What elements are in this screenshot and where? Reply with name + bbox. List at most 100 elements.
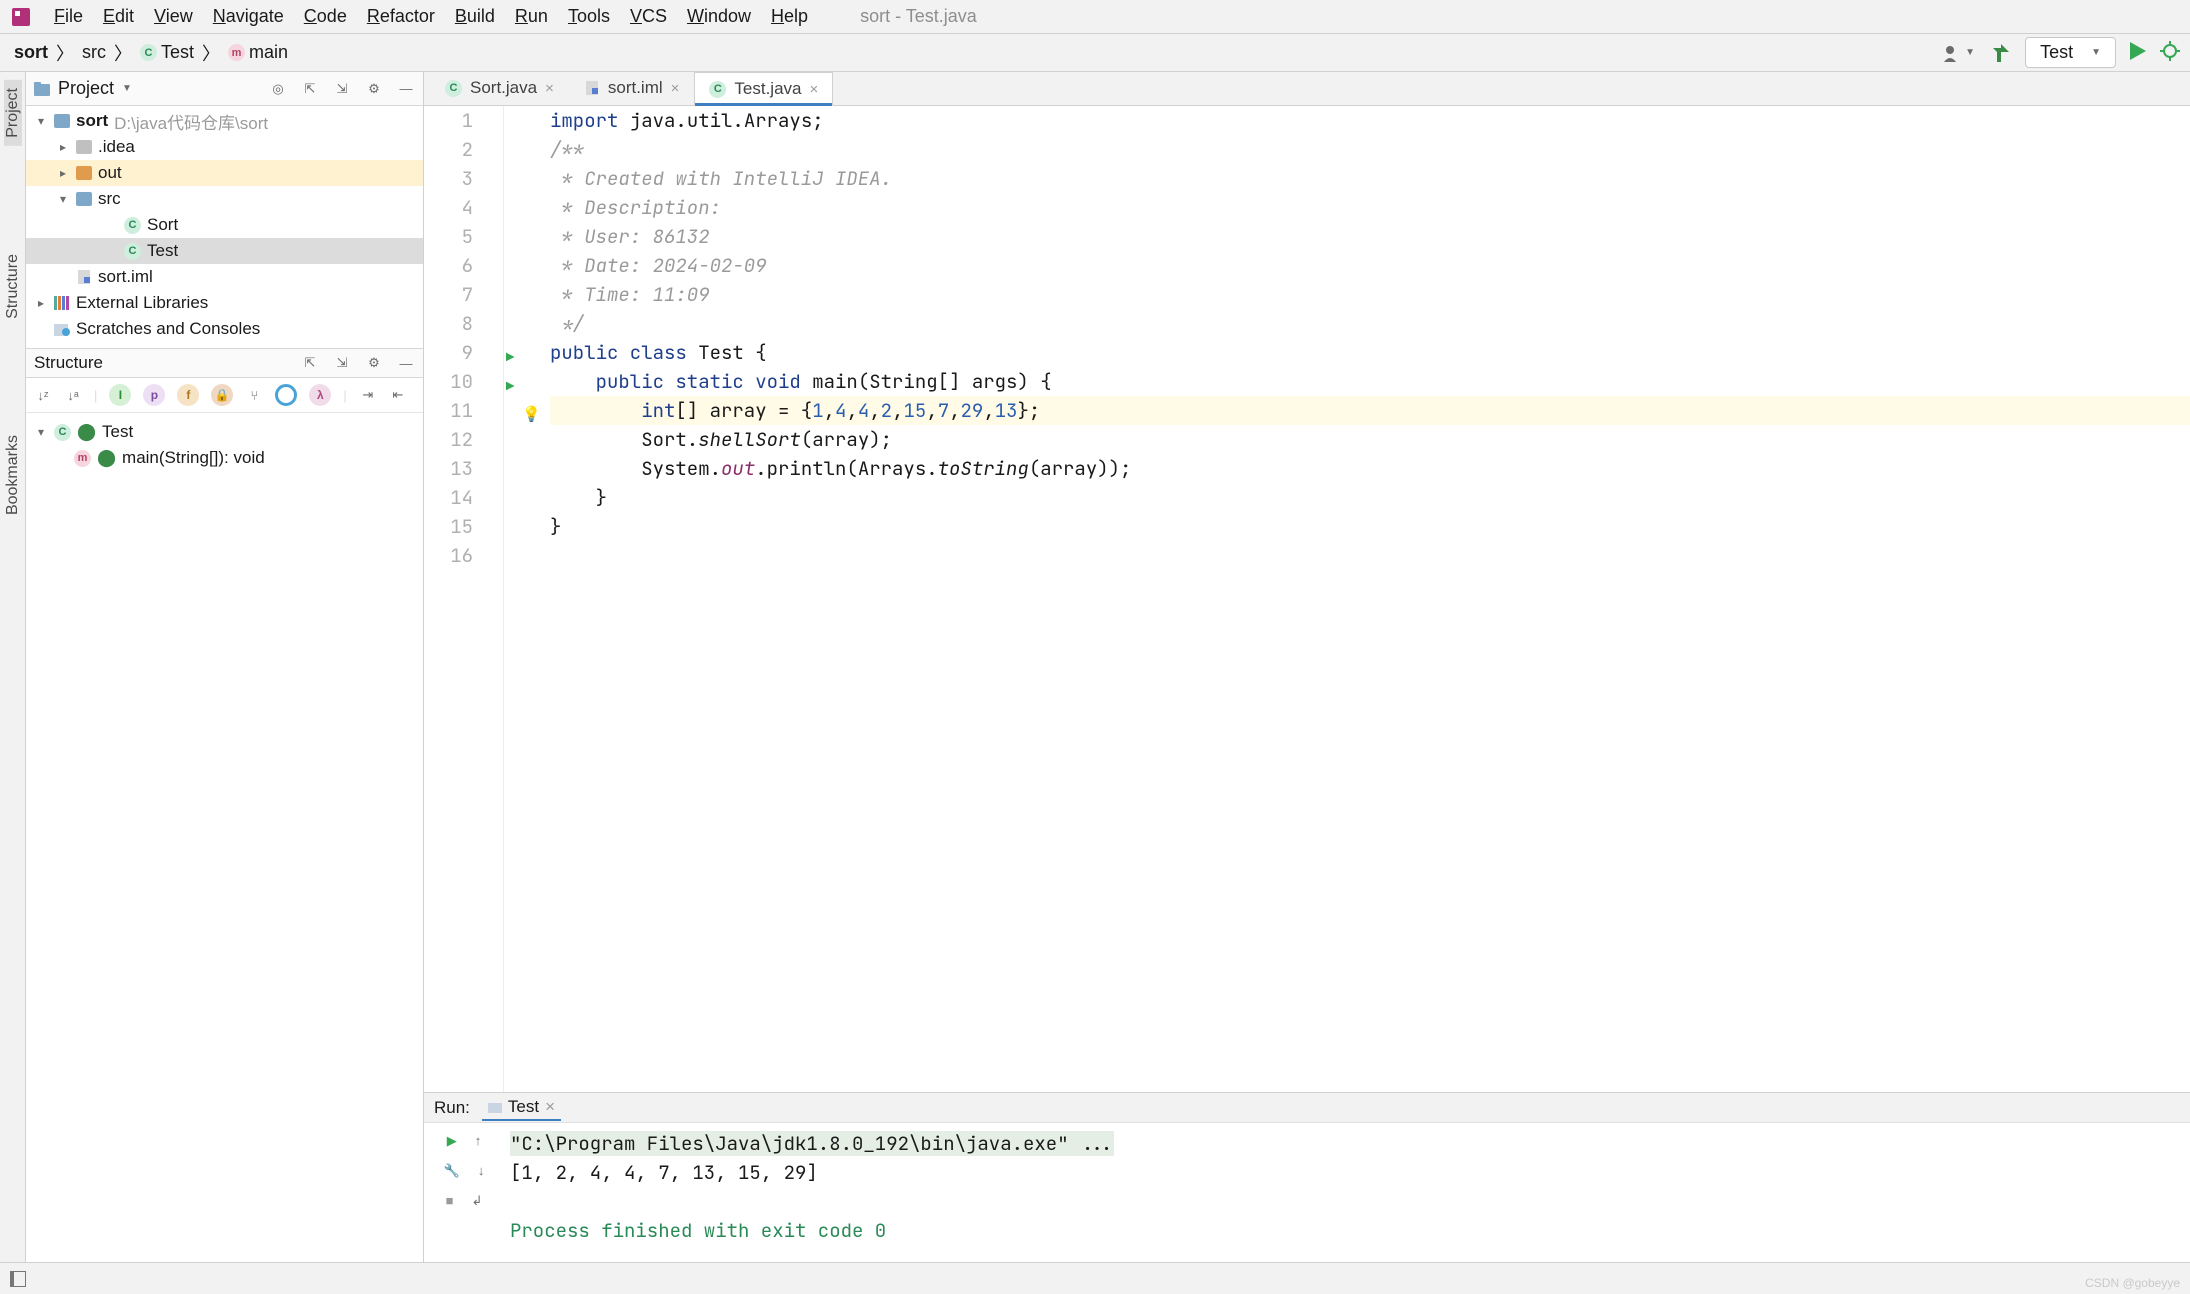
breadcrumb-main[interactable]: mmain bbox=[224, 40, 292, 65]
tree-item-out[interactable]: ▸out bbox=[26, 160, 423, 186]
tree-item-.idea[interactable]: ▸.idea bbox=[26, 134, 423, 160]
down-icon[interactable]: ↓ bbox=[478, 1163, 485, 1179]
autoscroll-from-icon[interactable]: ⇤ bbox=[389, 386, 407, 404]
editor-tabs: CSort.java×sort.iml×CTest.java× bbox=[424, 72, 2190, 106]
run-console[interactable]: "C:\Program Files\Java\jdk1.8.0_192\bin\… bbox=[504, 1123, 2190, 1262]
run-config-label: Test bbox=[2040, 42, 2073, 63]
menu-vcs[interactable]: VCS bbox=[620, 2, 677, 30]
menu-file[interactable]: File bbox=[44, 2, 93, 30]
gutter-run-icon[interactable]: ▶ bbox=[506, 373, 514, 402]
show-properties-icon[interactable]: p bbox=[143, 384, 165, 406]
tree-root[interactable]: ▾sort D:\java代码仓库\sort bbox=[26, 108, 423, 134]
autoscroll-to-icon[interactable]: ⇥ bbox=[359, 386, 377, 404]
main-menubar: FileEditViewNavigateCodeRefactorBuildRun… bbox=[0, 0, 2190, 34]
wrench-icon[interactable]: 🔧 bbox=[444, 1163, 460, 1179]
code-editor[interactable]: import java.util.Arrays;/** * Created wi… bbox=[542, 106, 2190, 1092]
tree-item-sort.iml[interactable]: sort.iml bbox=[26, 264, 423, 290]
stop-icon[interactable]: ■ bbox=[446, 1193, 454, 1209]
up-icon[interactable]: ↑ bbox=[475, 1133, 482, 1149]
run-tab-label[interactable]: Test bbox=[508, 1097, 539, 1117]
tree-item-src[interactable]: ▾src bbox=[26, 186, 423, 212]
menu-edit[interactable]: Edit bbox=[93, 2, 144, 30]
run-config-selector[interactable]: Test▼ bbox=[2025, 37, 2116, 68]
settings-icon[interactable]: ⚙ bbox=[365, 354, 383, 372]
filter-icon[interactable]: ⑂ bbox=[245, 386, 263, 404]
toolwindow-tab-bookmarks[interactable]: Bookmarks bbox=[4, 427, 22, 523]
collapse-all-icon[interactable]: ⇲ bbox=[333, 354, 351, 372]
menu-refactor[interactable]: Refactor bbox=[357, 2, 445, 30]
run-icon[interactable] bbox=[2130, 42, 2146, 63]
settings-icon[interactable]: ⚙ bbox=[365, 80, 383, 98]
show-nonpublic-icon[interactable]: 🔒 bbox=[211, 384, 233, 406]
side-panel: Project ▼ ◎ ⇱ ⇲ ⚙ — ▾sort D:\java代码仓库\so… bbox=[26, 72, 424, 1262]
editor-tab-sort-java[interactable]: CSort.java× bbox=[430, 71, 569, 105]
status-bar bbox=[0, 1262, 2190, 1294]
left-toolwindow-strip: Project Structure Bookmarks bbox=[0, 72, 26, 1262]
breadcrumb-test[interactable]: CTest bbox=[136, 40, 198, 65]
watermark: CSDN @gobeyye bbox=[2085, 1276, 2180, 1290]
structure-toolbar: ↓ᶻ ↓ᵃ | I p f 🔒 ⑂ O λ | ⇥ ⇤ bbox=[26, 378, 423, 413]
locate-icon[interactable]: ◎ bbox=[269, 80, 287, 98]
menu-help[interactable]: Help bbox=[761, 2, 818, 30]
close-icon[interactable]: × bbox=[545, 1097, 555, 1117]
expand-all-icon[interactable]: ⇱ bbox=[301, 354, 319, 372]
menu-tools[interactable]: Tools bbox=[558, 2, 620, 30]
run-toolwindow: Run: Test × ▶ ↑ 🔧 ↓ bbox=[424, 1092, 2190, 1262]
toolwindows-toggle-icon[interactable] bbox=[10, 1271, 26, 1287]
editor-tab-sort-iml[interactable]: sort.iml× bbox=[569, 71, 695, 105]
editor-area: CSort.java×sort.iml×CTest.java× 12345678… bbox=[424, 72, 2190, 1262]
debug-icon[interactable] bbox=[2160, 41, 2180, 64]
hide-icon[interactable]: — bbox=[397, 354, 415, 372]
menu-build[interactable]: Build bbox=[445, 2, 505, 30]
show-lambda-icon[interactable]: λ bbox=[309, 384, 331, 406]
sort-icon[interactable]: ↓ᶻ bbox=[34, 386, 52, 404]
tree-item-sort[interactable]: CSort bbox=[26, 212, 423, 238]
tree-item-test[interactable]: CTest bbox=[26, 238, 423, 264]
structure-tree[interactable]: ▾ C ⬤ Test m ⬤ main(String[]): void bbox=[26, 413, 423, 477]
editor-tab-test-java[interactable]: CTest.java× bbox=[694, 72, 833, 106]
menu-run[interactable]: Run bbox=[505, 2, 558, 30]
user-icon[interactable]: ▼ bbox=[1943, 44, 1975, 62]
window-title: sort - Test.java bbox=[860, 6, 977, 27]
project-view-chevron-icon[interactable]: ▼ bbox=[122, 83, 132, 94]
build-icon[interactable] bbox=[1989, 42, 2011, 64]
menu-window[interactable]: Window bbox=[677, 2, 761, 30]
close-icon[interactable]: × bbox=[671, 80, 680, 97]
expand-all-icon[interactable]: ⇱ bbox=[301, 80, 319, 98]
hide-icon[interactable]: — bbox=[397, 80, 415, 98]
app-icon bbox=[10, 6, 32, 28]
breadcrumbs: sort〉src〉CTest〉mmain bbox=[10, 40, 292, 66]
collapse-all-icon[interactable]: ⇲ bbox=[333, 80, 351, 98]
breadcrumb-sort[interactable]: sort bbox=[10, 40, 52, 65]
close-icon[interactable]: × bbox=[545, 80, 554, 97]
intention-bulb-icon[interactable]: 💡 bbox=[522, 400, 541, 429]
sort-alpha-icon[interactable]: ↓ᵃ bbox=[64, 386, 82, 404]
structure-title: Structure bbox=[34, 353, 103, 373]
navigation-bar: sort〉src〉CTest〉mmain ▼ Test▼ bbox=[0, 34, 2190, 72]
intention-gutter: 💡 bbox=[522, 106, 542, 1092]
menu-navigate[interactable]: Navigate bbox=[203, 2, 294, 30]
project-tree[interactable]: ▾sort D:\java代码仓库\sort▸.idea▸out▾srcCSor… bbox=[26, 106, 423, 348]
gutter-run-icon[interactable]: ▶ bbox=[506, 344, 514, 373]
show-inherited-icon[interactable]: O bbox=[275, 384, 297, 406]
project-header: Project ▼ ◎ ⇱ ⇲ ⚙ — bbox=[26, 72, 423, 106]
menu-code[interactable]: Code bbox=[294, 2, 357, 30]
run-side-toolbar: ▶ ↑ 🔧 ↓ ■ ↲ bbox=[424, 1123, 504, 1262]
breadcrumb-src[interactable]: src bbox=[78, 40, 110, 65]
toolwindow-tab-structure[interactable]: Structure bbox=[4, 246, 22, 327]
show-fields-icon[interactable]: f bbox=[177, 384, 199, 406]
soft-wrap-icon[interactable]: ↲ bbox=[471, 1193, 482, 1209]
structure-method: main(String[]): void bbox=[122, 448, 265, 468]
run-title: Run: bbox=[434, 1098, 470, 1118]
project-title: Project bbox=[58, 78, 114, 99]
tree-scratches[interactable]: Scratches and Consoles bbox=[26, 316, 423, 342]
close-icon[interactable]: × bbox=[810, 81, 819, 98]
structure-class: Test bbox=[102, 422, 133, 442]
menu-view[interactable]: View bbox=[144, 2, 203, 30]
toolwindow-tab-project[interactable]: Project bbox=[4, 80, 22, 146]
class-icon: C bbox=[54, 424, 71, 441]
rerun-icon[interactable]: ▶ bbox=[447, 1133, 457, 1149]
project-icon bbox=[34, 82, 50, 96]
tree-external-libraries[interactable]: ▸External Libraries bbox=[26, 290, 423, 316]
show-interfaces-icon[interactable]: I bbox=[109, 384, 131, 406]
